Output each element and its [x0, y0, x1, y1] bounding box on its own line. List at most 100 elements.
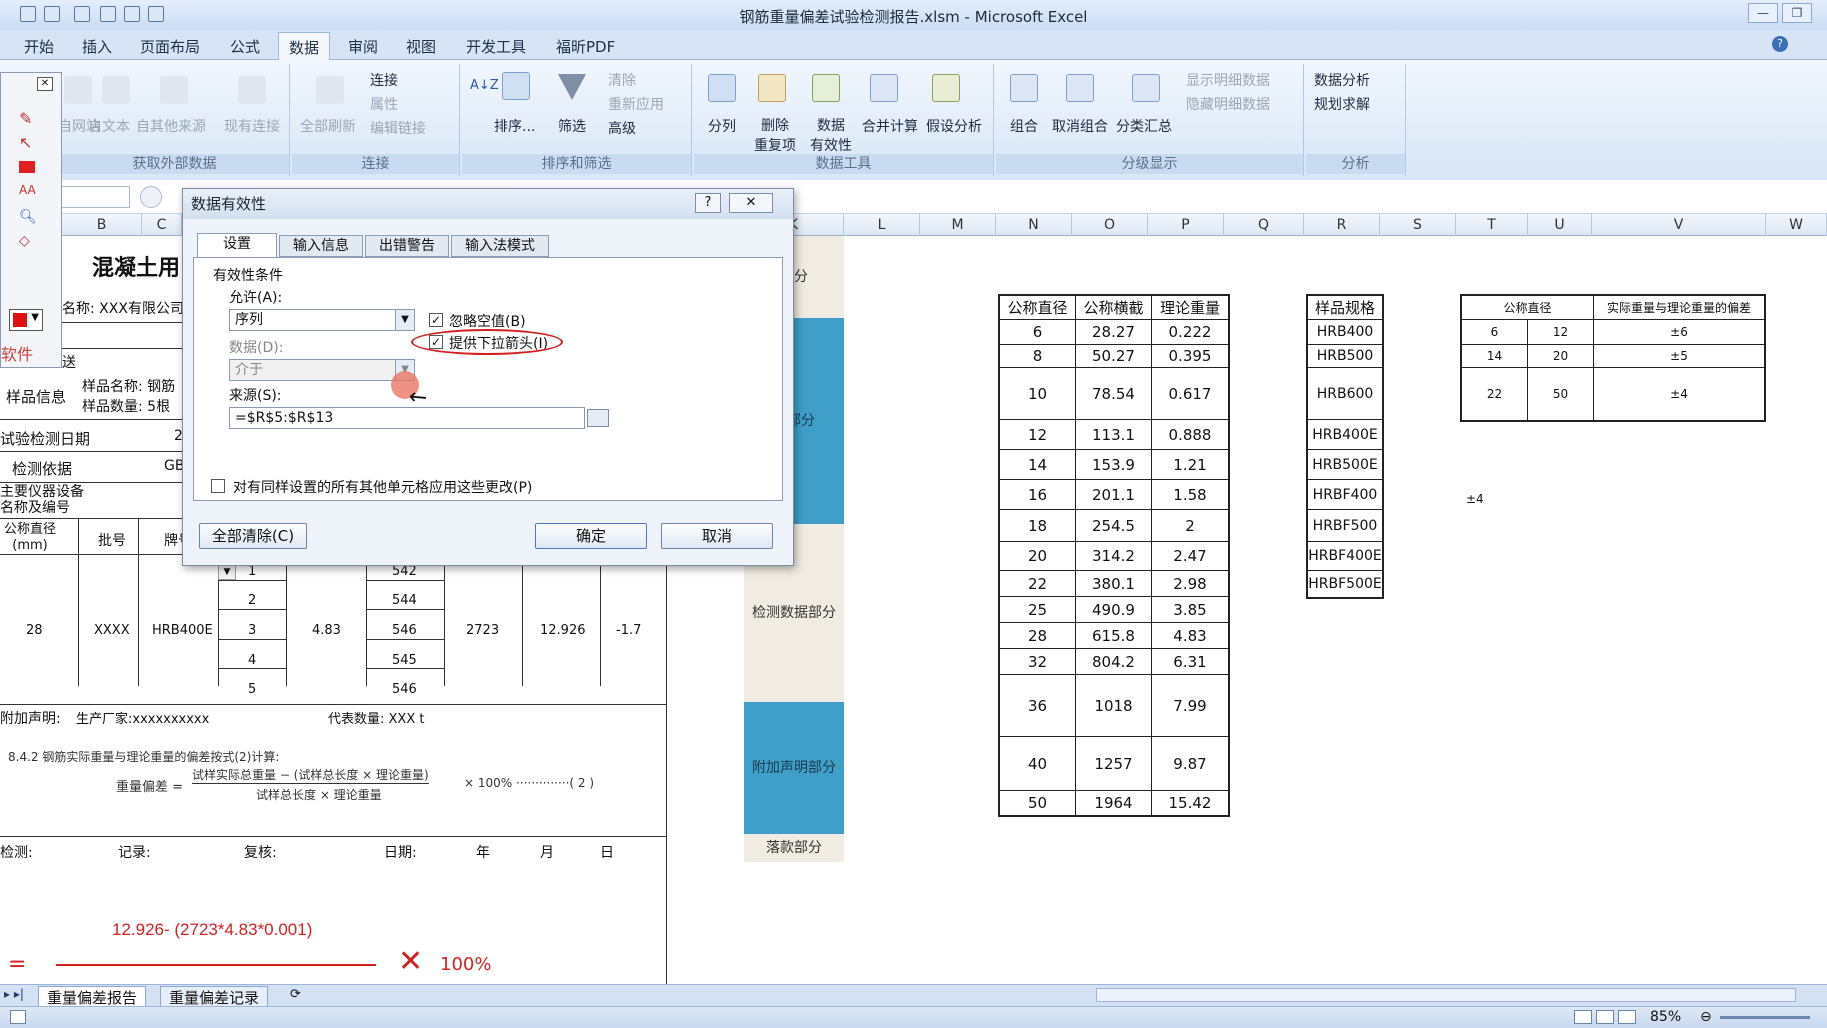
horizontal-scrollbar[interactable] [1096, 988, 1796, 1002]
zoom-icon[interactable]: 🔍︎ [19, 209, 37, 225]
data-select[interactable]: 介于 [229, 359, 415, 381]
tab-formulas[interactable]: 公式 [230, 36, 260, 57]
tab-developer[interactable]: 开发工具 [466, 36, 526, 57]
group-label: 连接 [292, 154, 459, 174]
text-to-columns-icon [708, 74, 736, 102]
table-cell: 32 [1000, 649, 1076, 674]
page-layout-view-icon[interactable] [1596, 1010, 1614, 1024]
shape-icon[interactable]: ◇ [19, 233, 30, 249]
other-source-icon [160, 76, 188, 104]
macro-record-icon[interactable] [10, 1010, 26, 1024]
col-header[interactable]: N [996, 214, 1072, 236]
col-header[interactable]: P [1148, 214, 1224, 236]
col-header[interactable]: W [1766, 214, 1827, 236]
tab-input-message[interactable]: 输入信息 [279, 235, 363, 257]
tab-layout[interactable]: 页面布局 [140, 36, 200, 57]
col-header[interactable]: M [920, 214, 996, 236]
col-header[interactable]: R [1304, 214, 1380, 236]
clear-all-button[interactable]: 全部清除(C) [199, 523, 307, 549]
allow-label: 允许(A): [229, 290, 283, 306]
row-mass: 12.926 [540, 623, 586, 638]
sort-button[interactable]: 排序... [494, 116, 535, 136]
tab-ime-mode[interactable]: 输入法模式 [451, 235, 549, 257]
solver-button[interactable]: 规划求解 [1314, 94, 1370, 114]
normal-view-icon[interactable] [1574, 1010, 1592, 1024]
close-button[interactable]: ✕ [729, 193, 773, 213]
ungroup-button[interactable]: 取消组合 [1052, 116, 1108, 136]
allow-select[interactable]: 序列 [229, 309, 415, 331]
color-picker[interactable]: ▼ [9, 309, 43, 331]
dropdown-arrow-icon[interactable]: ▼ [218, 564, 236, 580]
ok-button[interactable]: 确定 [535, 523, 647, 549]
sort-asc-icon[interactable]: A↓Z [470, 78, 499, 93]
table-cell: 254.5 [1076, 510, 1152, 541]
data-analysis-button[interactable]: 数据分析 [1314, 70, 1370, 90]
fx-icon[interactable] [140, 186, 162, 208]
data-validation-button[interactable]: 数据 有效性 [810, 116, 852, 156]
arrow-icon[interactable]: ↖ [19, 133, 32, 152]
consolidate-button[interactable]: 合并计算 [862, 116, 918, 136]
hide-detail-button[interactable]: 隐藏明细数据 [1186, 94, 1270, 114]
col-header[interactable]: L [844, 214, 920, 236]
tab-home[interactable]: 开始 [24, 36, 54, 57]
group-analysis: 数据分析 规划求解 分析 [1306, 64, 1406, 176]
page-break-view-icon[interactable] [1618, 1010, 1636, 1024]
minimize-button[interactable]: — [1748, 3, 1778, 23]
from-text-button[interactable]: 自文本 [88, 116, 130, 136]
what-if-button[interactable]: 假设分析 [926, 116, 982, 136]
show-detail-button[interactable]: 显示明细数据 [1186, 70, 1270, 90]
refresh-all-button[interactable]: 全部刷新 [300, 116, 356, 136]
new-sheet-icon[interactable]: ⟳ [290, 987, 301, 1002]
cancel-button[interactable]: 取消 [661, 523, 773, 549]
text-size-icon[interactable]: AA [19, 183, 36, 197]
col-header[interactable]: O [1072, 214, 1148, 236]
tab-foxit-pdf[interactable]: 福昕PDF [556, 36, 615, 57]
advanced-button[interactable]: 高级 [608, 118, 636, 138]
source-input[interactable]: =$R$5:$R$13 [229, 407, 585, 429]
chevron-down-icon[interactable]: ▼ [395, 310, 414, 330]
col-header[interactable]: T [1456, 214, 1528, 236]
rectangle-icon[interactable] [19, 161, 35, 173]
apply-all-checkbox[interactable] [211, 479, 225, 493]
tab-data[interactable]: 数据 [278, 32, 331, 60]
subtotal-button[interactable]: 分类汇总 [1116, 116, 1172, 136]
help-button[interactable]: ? [695, 193, 721, 213]
tab-review[interactable]: 审阅 [348, 36, 378, 57]
text-to-columns-button[interactable]: 分列 [708, 116, 736, 136]
filter-button[interactable]: 筛选 [558, 116, 586, 136]
reapply-button[interactable]: 重新应用 [608, 94, 664, 114]
connections-button[interactable]: 连接 [370, 70, 398, 90]
table-cell: 8 [1000, 345, 1076, 367]
tab-insert[interactable]: 插入 [82, 36, 112, 57]
sheet-nav-icon[interactable]: ▸ ▸| [4, 987, 24, 1001]
properties-button[interactable]: 属性 [370, 94, 398, 114]
col-header[interactable]: U [1528, 214, 1592, 236]
maximize-button[interactable]: ❐ [1782, 3, 1812, 23]
from-other-button[interactable]: 自其他来源 [136, 116, 206, 136]
table-cell: 6 [1000, 320, 1076, 344]
tab-error-alert[interactable]: 出错警告 [365, 235, 449, 257]
divider [218, 609, 286, 610]
col-header[interactable]: B [62, 214, 142, 236]
zoom-out-icon[interactable]: ⊖ [1700, 1009, 1712, 1025]
eraser-icon[interactable]: ✎ [19, 109, 32, 128]
col-header[interactable]: S [1380, 214, 1456, 236]
remove-duplicates-button[interactable]: 删除 重复项 [754, 116, 796, 156]
zoom-slider[interactable] [1720, 1016, 1810, 1019]
clear-button[interactable]: 清除 [608, 70, 636, 90]
col-header[interactable]: C [142, 214, 182, 236]
col-header[interactable]: Q [1224, 214, 1304, 236]
ignore-blank-checkbox[interactable]: ✓ [429, 313, 443, 327]
edit-links-button[interactable]: 编辑链接 [370, 118, 426, 138]
sign-label: 日期: [384, 845, 417, 861]
group-button[interactable]: 组合 [1010, 116, 1038, 136]
name-box[interactable] [60, 186, 130, 208]
table-cell: 20 [1528, 345, 1594, 367]
range-picker-icon[interactable] [587, 409, 609, 427]
tab-view[interactable]: 视图 [406, 36, 436, 57]
col-header[interactable]: V [1592, 214, 1766, 236]
help-icon[interactable]: ? [1772, 36, 1788, 52]
close-icon[interactable]: ✕ [37, 77, 53, 91]
existing-connections-button[interactable]: 现有连接 [224, 116, 280, 136]
tab-settings[interactable]: 设置 [197, 233, 277, 257]
